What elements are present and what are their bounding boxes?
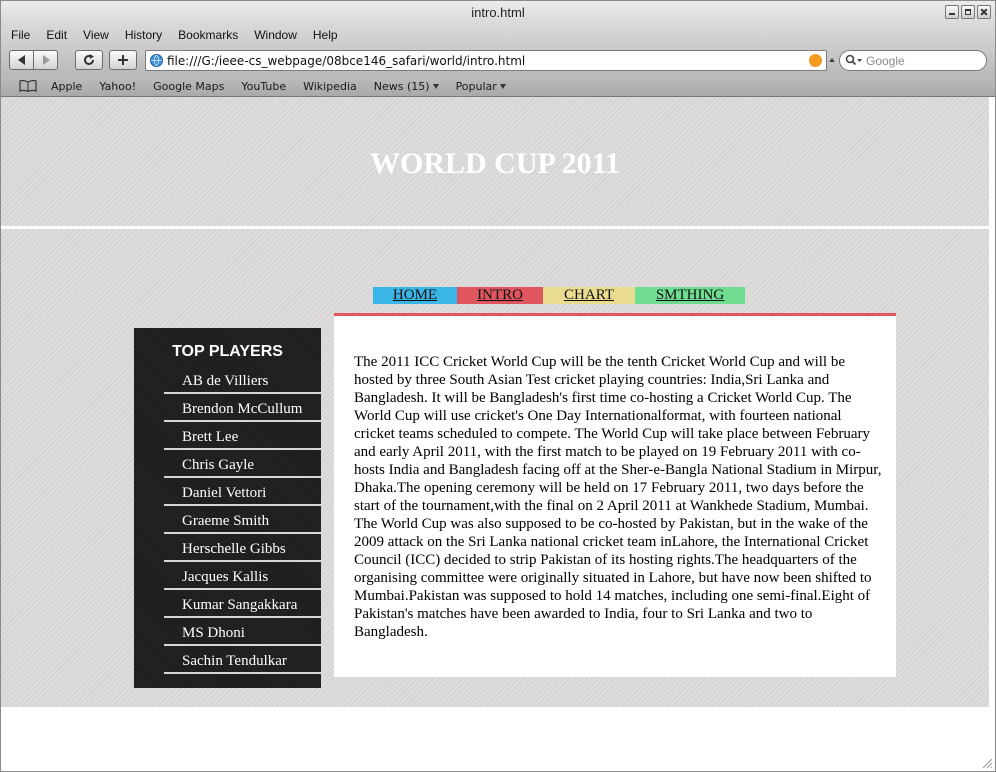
page-title: WORLD CUP 2011 xyxy=(369,147,621,180)
bookmark-apple[interactable]: Apple xyxy=(51,80,82,93)
globe-icon xyxy=(150,54,163,67)
header-divider xyxy=(1,226,989,229)
search-input[interactable] xyxy=(866,53,978,68)
browser-window: intro.html File Edit View History Bookma… xyxy=(0,0,996,772)
bookmark-news-menu[interactable]: News (15) xyxy=(374,80,439,93)
reload-icon xyxy=(84,54,94,65)
player-link[interactable]: Graeme Smith xyxy=(164,508,321,534)
window-controls xyxy=(945,5,991,19)
bookmark-news-label: News (15) xyxy=(373,79,430,93)
player-link[interactable]: Herschelle Gibbs xyxy=(164,536,321,562)
web-page: WORLD CUP 2011 HOME INTRO CHART SMTHING … xyxy=(1,97,989,707)
title-bar[interactable]: intro.html xyxy=(1,1,995,25)
intro-paragraph: The 2011 ICC Cricket World Cup will be t… xyxy=(354,354,882,640)
player-link[interactable]: AB de Villiers xyxy=(164,368,321,394)
open-book-icon[interactable] xyxy=(19,80,37,92)
menu-file[interactable]: File xyxy=(1,28,36,42)
bookmark-popular-menu[interactable]: Popular xyxy=(456,80,506,93)
menu-edit[interactable]: Edit xyxy=(36,28,73,42)
bookmark-google-maps[interactable]: Google Maps xyxy=(153,80,224,93)
menu-bar: File Edit View History Bookmarks Window … xyxy=(1,25,995,45)
sidebar-title: TOP PLAYERS xyxy=(172,343,283,360)
player-link[interactable]: Daniel Vettori xyxy=(164,480,321,506)
bookmarks-bar: Apple Yahoo! Google Maps YouTube Wikiped… xyxy=(1,76,995,97)
top-players-sidebar: TOP PLAYERS AB de Villiers Brendon McCul… xyxy=(134,328,321,688)
address-bar[interactable]: file:///G:/ieee-cs_webpage/08bce146_safa… xyxy=(145,50,827,71)
menu-view[interactable]: View xyxy=(73,28,115,42)
intro-content-panel: The 2011 ICC Cricket World Cup will be t… xyxy=(334,313,896,677)
menu-bookmarks[interactable]: Bookmarks xyxy=(168,28,244,42)
forward-button[interactable] xyxy=(33,50,58,70)
reload-button[interactable] xyxy=(75,50,103,70)
player-list: AB de Villiers Brendon McCullum Brett Le… xyxy=(164,368,321,676)
forward-arrow-icon xyxy=(42,55,50,65)
menu-history[interactable]: History xyxy=(115,28,168,42)
rss-menu-arrow-icon[interactable] xyxy=(829,58,835,62)
url-text: file:///G:/ieee-cs_webpage/08bce146_safa… xyxy=(167,54,526,68)
plus-icon xyxy=(118,55,128,65)
resize-grip-icon[interactable] xyxy=(981,757,993,769)
player-link[interactable]: Brett Lee xyxy=(164,424,321,450)
player-link[interactable]: Kumar Sangakkara xyxy=(164,592,321,618)
search-box[interactable] xyxy=(839,50,987,71)
bookmark-yahoo[interactable]: Yahoo! xyxy=(99,80,136,93)
back-arrow-icon xyxy=(17,55,25,65)
toolbar: file:///G:/ieee-cs_webpage/08bce146_safa… xyxy=(1,45,995,76)
menu-help[interactable]: Help xyxy=(303,28,344,42)
player-link[interactable]: Brendon McCullum xyxy=(164,396,321,422)
dropdown-arrow-icon xyxy=(432,83,439,89)
bookmark-youtube[interactable]: YouTube xyxy=(241,80,286,93)
player-link[interactable]: Sachin Tendulkar xyxy=(164,648,321,674)
player-link[interactable]: Jacques Kallis xyxy=(164,564,321,590)
nav-smthing-link[interactable]: SMTHING xyxy=(635,287,745,304)
bookmark-wikipedia[interactable]: Wikipedia xyxy=(303,80,357,93)
nav-intro-link[interactable]: INTRO xyxy=(457,287,543,304)
add-bookmark-button[interactable] xyxy=(109,50,137,70)
bookmark-popular-label: Popular xyxy=(455,79,497,93)
minimize-button[interactable] xyxy=(945,5,959,19)
back-button[interactable] xyxy=(9,50,34,70)
player-link[interactable]: MS Dhoni xyxy=(164,620,321,646)
search-icon xyxy=(845,54,862,66)
close-button[interactable] xyxy=(977,5,991,19)
window-title: intro.html xyxy=(471,5,525,20)
nav-chart-link[interactable]: CHART xyxy=(543,287,635,304)
menu-window[interactable]: Window xyxy=(244,28,303,42)
main-nav: HOME INTRO CHART SMTHING xyxy=(373,287,745,304)
dropdown-arrow-icon xyxy=(499,83,506,89)
nav-home-link[interactable]: HOME xyxy=(373,287,457,304)
player-link[interactable]: Chris Gayle xyxy=(164,452,321,478)
rss-icon[interactable] xyxy=(809,54,822,67)
maximize-button[interactable] xyxy=(961,5,975,19)
